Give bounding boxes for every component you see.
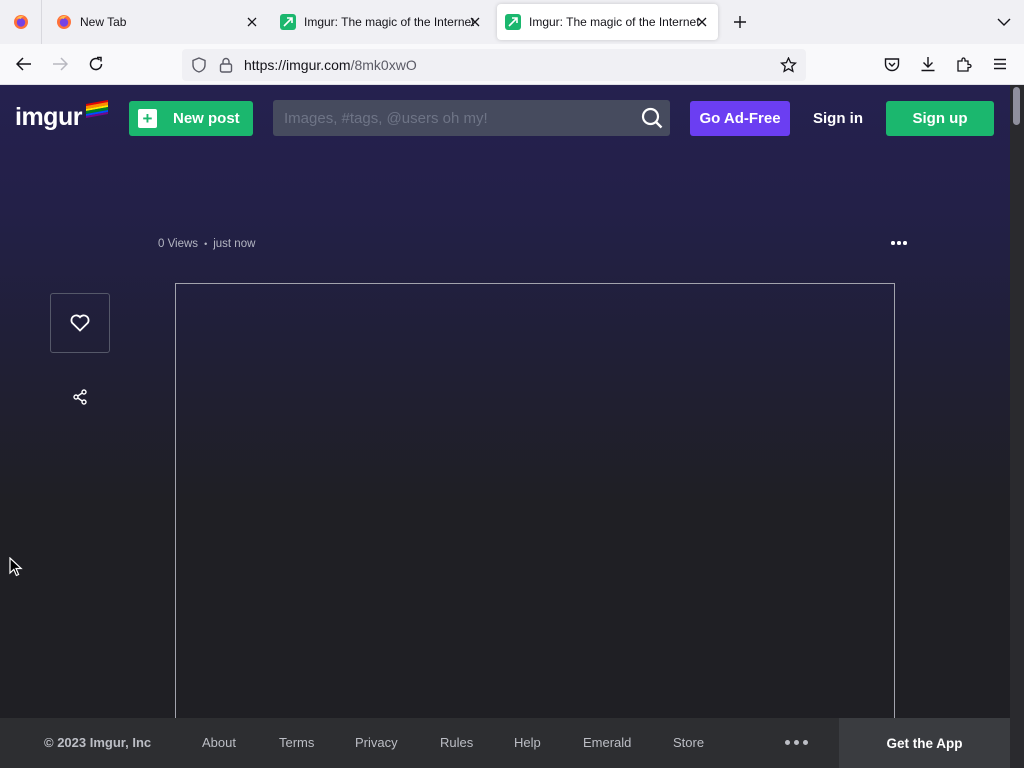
- url-host: https://imgur.com: [244, 57, 351, 73]
- lock-icon: [219, 57, 233, 73]
- favorite-button[interactable]: [50, 293, 110, 353]
- get-the-app-button[interactable]: Get the App: [839, 718, 1010, 768]
- url-text: https://imgur.com/8mk0xwO: [244, 57, 417, 73]
- post-media-frame: [175, 283, 895, 718]
- list-all-tabs-button[interactable]: [992, 10, 1016, 34]
- pocket-button[interactable]: [880, 52, 904, 76]
- rainbow-flag-icon: [86, 100, 108, 119]
- plus-icon: +: [138, 109, 157, 128]
- reload-icon: [89, 56, 103, 71]
- view-count: 0 Views: [158, 238, 199, 250]
- scrollbar-thumb[interactable]: [1013, 87, 1020, 125]
- shield-icon: [192, 57, 206, 73]
- tab-new-tab[interactable]: New Tab: [48, 4, 268, 40]
- close-tab-button[interactable]: [242, 12, 262, 32]
- sign-up-button[interactable]: Sign up: [886, 101, 994, 136]
- footer-link-store[interactable]: Store: [673, 735, 704, 750]
- footer-link-emerald[interactable]: Emerald: [583, 735, 631, 750]
- copyright-text: © 2023 Imgur, Inc: [44, 735, 152, 750]
- firefox-view-button[interactable]: [0, 0, 42, 44]
- extensions-button[interactable]: [952, 52, 976, 76]
- heart-icon: [70, 314, 90, 332]
- browser-tab-bar: New Tab Imgur: The magic of the Internet…: [0, 0, 1024, 44]
- search-bar[interactable]: [273, 100, 670, 136]
- star-icon[interactable]: [780, 57, 797, 73]
- footer-link-rules[interactable]: Rules: [440, 735, 473, 750]
- close-tab-button[interactable]: [465, 12, 485, 32]
- tab-title: Imgur: The magic of the Internet: [529, 15, 699, 29]
- back-button[interactable]: [12, 52, 36, 76]
- share-icon: [73, 389, 87, 405]
- close-tab-button[interactable]: [692, 12, 712, 32]
- site-footer: © 2023 Imgur, Inc About Terms Privacy Ru…: [0, 718, 1010, 768]
- mouse-cursor-icon: [9, 557, 23, 577]
- go-ad-free-button[interactable]: Go Ad-Free: [690, 101, 790, 136]
- close-icon: [247, 17, 257, 27]
- footer-more-button[interactable]: [785, 740, 808, 745]
- downloads-button[interactable]: [916, 52, 940, 76]
- reload-button[interactable]: [84, 52, 108, 76]
- share-button[interactable]: [68, 385, 92, 409]
- search-input[interactable]: [273, 100, 633, 136]
- plus-icon: [734, 16, 746, 28]
- more-icon: [891, 241, 895, 245]
- firefox-icon: [13, 15, 28, 29]
- search-icon[interactable]: [641, 107, 663, 129]
- close-icon: [470, 17, 480, 27]
- extensions-icon: [957, 57, 972, 72]
- back-arrow-icon: [16, 57, 31, 71]
- tab-imgur-active[interactable]: Imgur: The magic of the Internet: [497, 4, 718, 40]
- pocket-icon: [884, 57, 900, 71]
- new-post-label: New post: [173, 110, 240, 127]
- new-tab-button[interactable]: [728, 10, 752, 34]
- url-path: /8mk0xwO: [350, 57, 417, 73]
- footer-link-privacy[interactable]: Privacy: [355, 735, 398, 750]
- menu-icon: [994, 58, 1006, 70]
- new-post-button[interactable]: + New post: [129, 101, 253, 136]
- page-scrollbar[interactable]: [1010, 85, 1024, 768]
- firefox-icon: [57, 15, 71, 29]
- footer-link-help[interactable]: Help: [514, 735, 541, 750]
- app-menu-button[interactable]: [988, 52, 1012, 76]
- imgur-logo[interactable]: imgur: [15, 103, 82, 132]
- post-meta: 0 Views • just now: [158, 238, 255, 250]
- forward-button[interactable]: [48, 52, 72, 76]
- post-options-button[interactable]: [886, 233, 912, 253]
- sign-in-button[interactable]: Sign in: [806, 101, 870, 136]
- imgur-favicon: [505, 14, 521, 30]
- url-bar[interactable]: https://imgur.com/8mk0xwO: [182, 49, 806, 81]
- footer-link-terms[interactable]: Terms: [279, 735, 314, 750]
- tab-imgur-1[interactable]: Imgur: The magic of the Internet: [273, 4, 491, 40]
- tab-title: New Tab: [80, 15, 127, 29]
- post-time: just now: [213, 238, 256, 250]
- footer-link-about[interactable]: About: [202, 735, 236, 750]
- more-icon: [785, 740, 790, 745]
- forward-arrow-icon: [53, 57, 68, 71]
- download-icon: [921, 57, 935, 72]
- browser-nav-bar: https://imgur.com/8mk0xwO: [0, 44, 1024, 85]
- close-icon: [697, 17, 707, 27]
- chevron-down-icon: [997, 18, 1011, 26]
- meta-separator: •: [204, 239, 208, 249]
- tab-title: Imgur: The magic of the Internet: [304, 15, 474, 29]
- imgur-favicon: [280, 14, 296, 30]
- imgur-page: imgur + New post Go Ad-Free Sign in Sign…: [0, 85, 1010, 718]
